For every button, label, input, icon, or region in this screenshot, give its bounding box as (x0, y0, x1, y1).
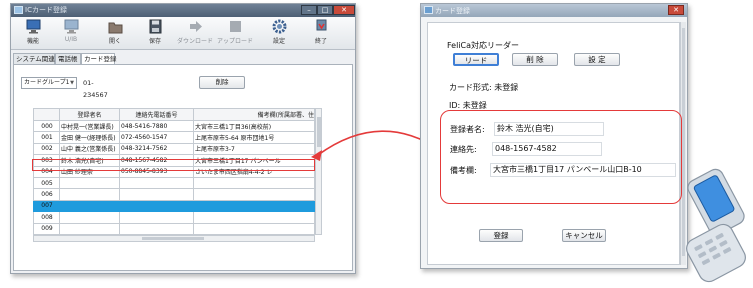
dialog-app-icon (424, 6, 433, 14)
dialog-titlebar: カード登録 ✕ (421, 4, 687, 17)
felica-reader-title: FeliCa対応リーダー (447, 41, 520, 50)
arrow-head-icon (311, 150, 322, 161)
mobile-phone-icon (686, 168, 746, 283)
cancel-button[interactable]: キャンセル (562, 229, 606, 242)
delete-card-button[interactable]: 削 除 (512, 53, 558, 66)
dialog-close-button[interactable]: ✕ (668, 5, 684, 15)
dialog-title: カード登録 (435, 7, 470, 15)
register-button[interactable]: 登録 (479, 229, 523, 242)
read-button[interactable]: リード (453, 53, 499, 66)
reader-settings-button[interactable]: 設 定 (574, 53, 620, 66)
dialog-fields-outline (440, 110, 682, 204)
card-format-text: カード形式: 未登録 (449, 83, 519, 92)
